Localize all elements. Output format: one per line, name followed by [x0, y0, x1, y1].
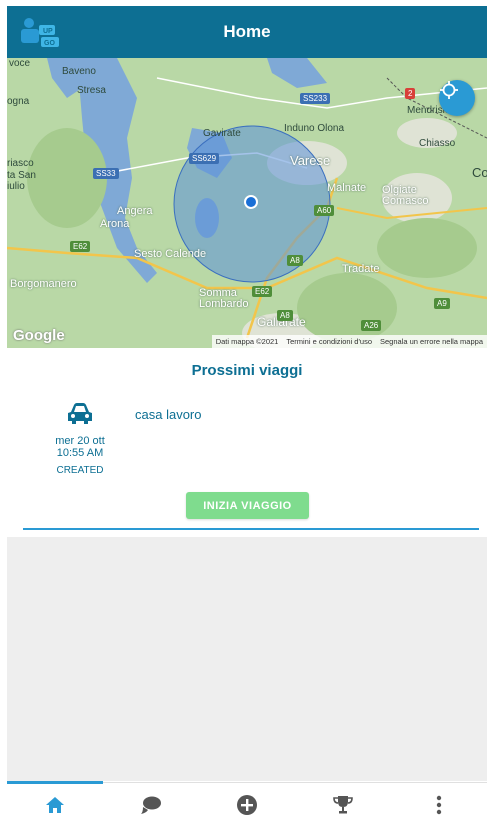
map-label-ogna: ogna: [7, 96, 30, 107]
nav-item-trophy[interactable]: [295, 783, 391, 826]
bottom-nav: [7, 781, 487, 826]
more-vert-icon: [436, 795, 442, 814]
map-label-malnate: Malnate: [327, 182, 367, 194]
map-label-somma: Somma Lombardo: [199, 287, 249, 310]
attribution-terms-link[interactable]: Termini e condizioni d'uso: [286, 337, 372, 346]
map-label-induno: Induno Olona: [284, 123, 345, 134]
map-label-tradate: Tradate: [342, 263, 380, 275]
svg-text:UP: UP: [43, 28, 53, 35]
google-logo: Google: [13, 327, 65, 344]
trip-date-day: mer 20 ott: [55, 435, 105, 447]
map-road-e62-b: E62: [252, 286, 273, 297]
start-trip-button[interactable]: INIZIA VIAGGIO: [186, 492, 309, 519]
map-road-e62-a: E62: [70, 241, 91, 252]
add-circle-icon: [237, 794, 257, 815]
attribution-data: Dati mappa ©2021: [215, 337, 279, 346]
nav-item-home[interactable]: [7, 781, 103, 826]
trophy-icon: [333, 795, 353, 813]
attribution-report-link[interactable]: Segnala un errore nella mappa: [380, 337, 483, 346]
trip-date: mer 20 ott 10:55 AM: [37, 435, 123, 459]
map-view[interactable]: voce Baveno Stresa ogna riasco ta San iu…: [7, 58, 487, 348]
trip-card[interactable]: mer 20 ott 10:55 AM CREATED casa lavoro …: [7, 395, 487, 525]
map-label-baveno: Baveno: [62, 66, 96, 77]
chat-icon: [141, 796, 161, 814]
section-title-upcoming-trips: Prossimi viaggi: [191, 362, 303, 379]
map-label-voce: voce: [9, 58, 31, 69]
map-label-stresa: Stresa: [77, 85, 106, 96]
map-label-angera: Angera: [117, 205, 153, 217]
map-road-a8-b: A8: [277, 310, 293, 321]
map-road-ss233: SS233: [300, 93, 331, 104]
map-label-co: Co: [472, 165, 487, 180]
car-icon: [68, 403, 92, 424]
map-label-riasco: riasco: [7, 158, 34, 169]
svg-text:GO: GO: [44, 40, 55, 47]
nav-item-more[interactable]: [391, 783, 487, 826]
map-label-san-giulio: ta San iulio: [7, 170, 36, 192]
map-road-ss33: SS33: [93, 168, 119, 179]
map-attribution: Dati mappa ©2021 Termini e condizioni d'…: [211, 335, 487, 348]
divider: [23, 528, 479, 530]
map-road-a9: A9: [434, 298, 450, 309]
map-label-gavirate: Gavirate: [203, 128, 241, 139]
nav-item-chat[interactable]: [103, 783, 199, 826]
app-bar: UP GO Home: [7, 6, 487, 58]
map-label-varese: Varese: [290, 153, 331, 168]
map-road-a8-a: A8: [287, 255, 303, 266]
map-label-borgomanero: Borgomanero: [10, 278, 77, 290]
map-label-sesto: Sesto Calende: [134, 248, 207, 260]
app-logo-icon: UP GO: [21, 18, 59, 47]
nav-item-add[interactable]: [199, 783, 295, 826]
map-road-a60: A60: [314, 205, 335, 216]
map-road-a26: A26: [361, 320, 382, 331]
map-label-olgiate: Olgiate Comasco: [382, 184, 429, 207]
locate-button[interactable]: [439, 80, 475, 116]
trip-date-time: 10:55 AM: [56, 447, 104, 459]
crosshair-icon: [440, 81, 458, 99]
home-icon: [46, 796, 64, 813]
trip-name: casa lavoro: [135, 407, 202, 422]
content-area: [7, 537, 487, 781]
map-road-ss629: SS629: [189, 153, 220, 164]
page-title: Home: [223, 22, 271, 41]
map-label-arona: Arona: [100, 218, 130, 230]
map-road-2: 2: [405, 88, 416, 99]
map-label-chiasso: Chiasso: [419, 138, 456, 149]
trip-status: CREATED: [56, 465, 104, 476]
